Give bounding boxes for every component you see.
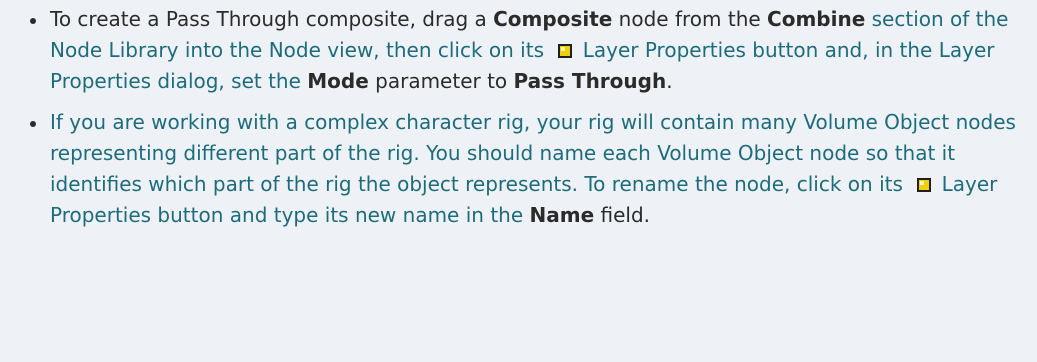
bullet-text: node from the [612,7,768,31]
layer-properties-icon [558,44,573,58]
bullet-text: If you are working with a complex charac… [50,110,1016,196]
bullet-text: . [666,69,673,93]
bullet-item: If you are working with a complex charac… [30,107,1019,231]
bold-term: Name [529,203,595,227]
bold-term: Combine [767,7,866,31]
bullet-item: To create a Pass Through composite, drag… [30,4,1019,97]
bold-term: Mode [307,69,369,93]
bullet-text: To create a Pass Through composite, drag… [50,7,494,31]
bold-term: Composite [493,7,613,31]
tip-note: To create a Pass Through composite, drag… [0,0,1037,362]
bullet-text: field. [594,203,651,227]
layer-properties-icon [917,178,932,192]
bullet-text: parameter to [368,69,514,93]
bold-term: Pass Through [513,69,667,93]
bullet-list: To create a Pass Through composite, drag… [30,4,1019,231]
